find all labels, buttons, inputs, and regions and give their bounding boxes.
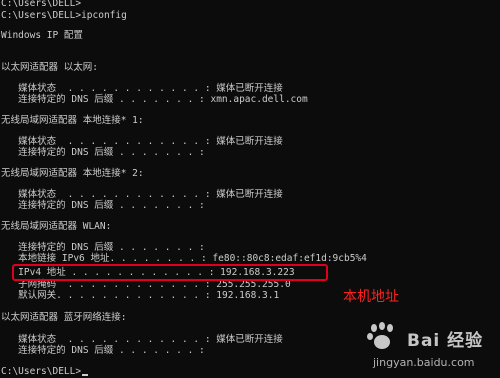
command-prompt-line[interactable]: C:\Users\DELL> <box>1 365 89 378</box>
ipv4-highlight-box <box>12 264 328 281</box>
annotation-label: 本机地址 <box>343 289 399 305</box>
terminal-line: 连接特定的 DNS 后缀 . . . . . . . : <box>1 147 205 158</box>
terminal-line: 以太网适配器 蓝牙网络连接: <box>1 312 127 323</box>
terminal-line: 连接特定的 DNS 后缀 . . . . . . . : <box>1 345 205 356</box>
terminal-line: 无线局域网适配器 本地连接* 1: <box>1 115 144 126</box>
watermark-url: jingyan.baidu.com <box>373 356 475 369</box>
prompt-text: C:\Users\DELL> <box>1 366 82 377</box>
watermark-title: Bai 经验 <box>407 331 484 351</box>
terminal-line: 以太网适配器 以太网: <box>1 62 98 73</box>
terminal-line: 默认网关. . . . . . . . . . . . . : 192.168.… <box>1 290 280 301</box>
paw-logo-icon <box>367 322 403 354</box>
terminal-line: C:\Users\DELL>ipconfig <box>1 10 127 21</box>
terminal-line: 无线局域网适配器 WLAN: <box>1 221 112 232</box>
terminal-line: 连接特定的 DNS 后缀 . . . . . . . : <box>1 200 205 211</box>
terminal-line: 无线局域网适配器 本地连接* 2: <box>1 168 144 179</box>
terminal-line: Windows IP 配置 <box>1 30 83 41</box>
baidu-jingyan-watermark: Bai 经验 jingyan.baidu.com <box>367 322 497 374</box>
text-cursor <box>82 374 89 376</box>
terminal-line: 连接特定的 DNS 后缀 . . . . . . . : xmn.apac.de… <box>1 94 308 105</box>
